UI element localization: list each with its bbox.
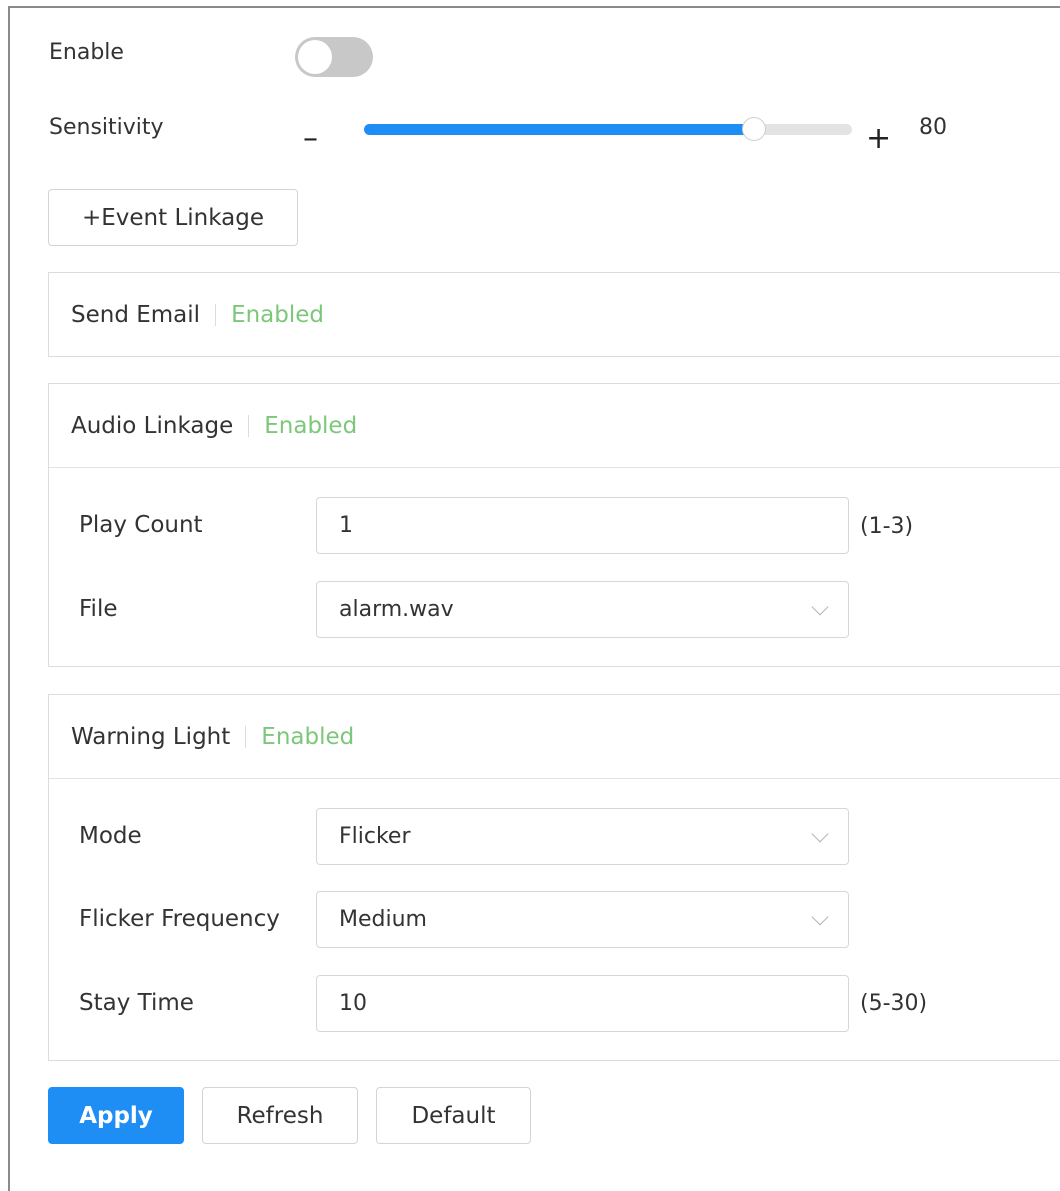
chevron-down-icon <box>811 598 829 615</box>
file-select-value: alarm.wav <box>339 597 454 622</box>
enable-toggle[interactable] <box>295 37 373 77</box>
send-email-status: Enabled <box>231 302 325 328</box>
warning-light-status: Enabled <box>261 723 355 750</box>
slider-fill <box>364 124 754 135</box>
sensitivity-slider[interactable] <box>364 117 852 141</box>
apply-button[interactable]: Apply <box>48 1087 184 1144</box>
toggle-knob <box>298 40 332 74</box>
warning-light-panel: Warning Light Enabled Mode Flicker Flick… <box>48 694 1060 1061</box>
stay-time-input[interactable]: 10 <box>316 975 849 1032</box>
warning-light-title: Warning Light <box>71 723 231 750</box>
chevron-down-icon <box>811 825 829 842</box>
enable-label: Enable <box>49 40 124 65</box>
sensitivity-decrease-button[interactable]: – <box>303 124 318 154</box>
play-count-label: Play Count <box>79 512 203 538</box>
sensitivity-increase-button[interactable]: + <box>866 124 891 154</box>
play-count-input[interactable]: 1 <box>316 497 849 554</box>
warning-light-header[interactable]: Warning Light Enabled <box>49 695 1060 779</box>
slider-handle[interactable] <box>742 117 766 141</box>
mode-select[interactable]: Flicker <box>316 808 849 865</box>
audio-linkage-header[interactable]: Audio Linkage Enabled <box>49 384 1060 468</box>
audio-linkage-title: Audio Linkage <box>71 412 234 439</box>
default-button[interactable]: Default <box>376 1087 531 1144</box>
send-email-header[interactable]: Send Email Enabled <box>49 273 1060 357</box>
stay-time-label: Stay Time <box>79 990 194 1016</box>
send-email-title: Send Email <box>71 302 201 328</box>
event-linkage-button[interactable]: +Event Linkage <box>48 189 298 246</box>
chevron-down-icon <box>811 908 829 925</box>
sensitivity-label: Sensitivity <box>49 115 164 140</box>
mode-label: Mode <box>79 823 142 849</box>
flicker-frequency-select[interactable]: Medium <box>316 891 849 948</box>
refresh-button[interactable]: Refresh <box>202 1087 358 1144</box>
audio-linkage-panel: Audio Linkage Enabled Play Count 1 (1-3)… <box>48 383 1060 667</box>
play-count-range: (1-3) <box>860 514 914 539</box>
stay-time-range: (5-30) <box>860 991 928 1016</box>
divider <box>215 304 217 326</box>
divider <box>245 725 247 748</box>
divider <box>248 414 250 437</box>
file-label: File <box>79 596 118 622</box>
audio-linkage-status: Enabled <box>264 412 358 439</box>
flicker-frequency-label: Flicker Frequency <box>79 906 280 932</box>
mode-select-value: Flicker <box>339 824 411 849</box>
flicker-frequency-select-value: Medium <box>339 907 427 932</box>
send-email-panel: Send Email Enabled <box>48 272 1060 357</box>
file-select[interactable]: alarm.wav <box>316 581 849 638</box>
sensitivity-value: 80 <box>919 115 947 140</box>
